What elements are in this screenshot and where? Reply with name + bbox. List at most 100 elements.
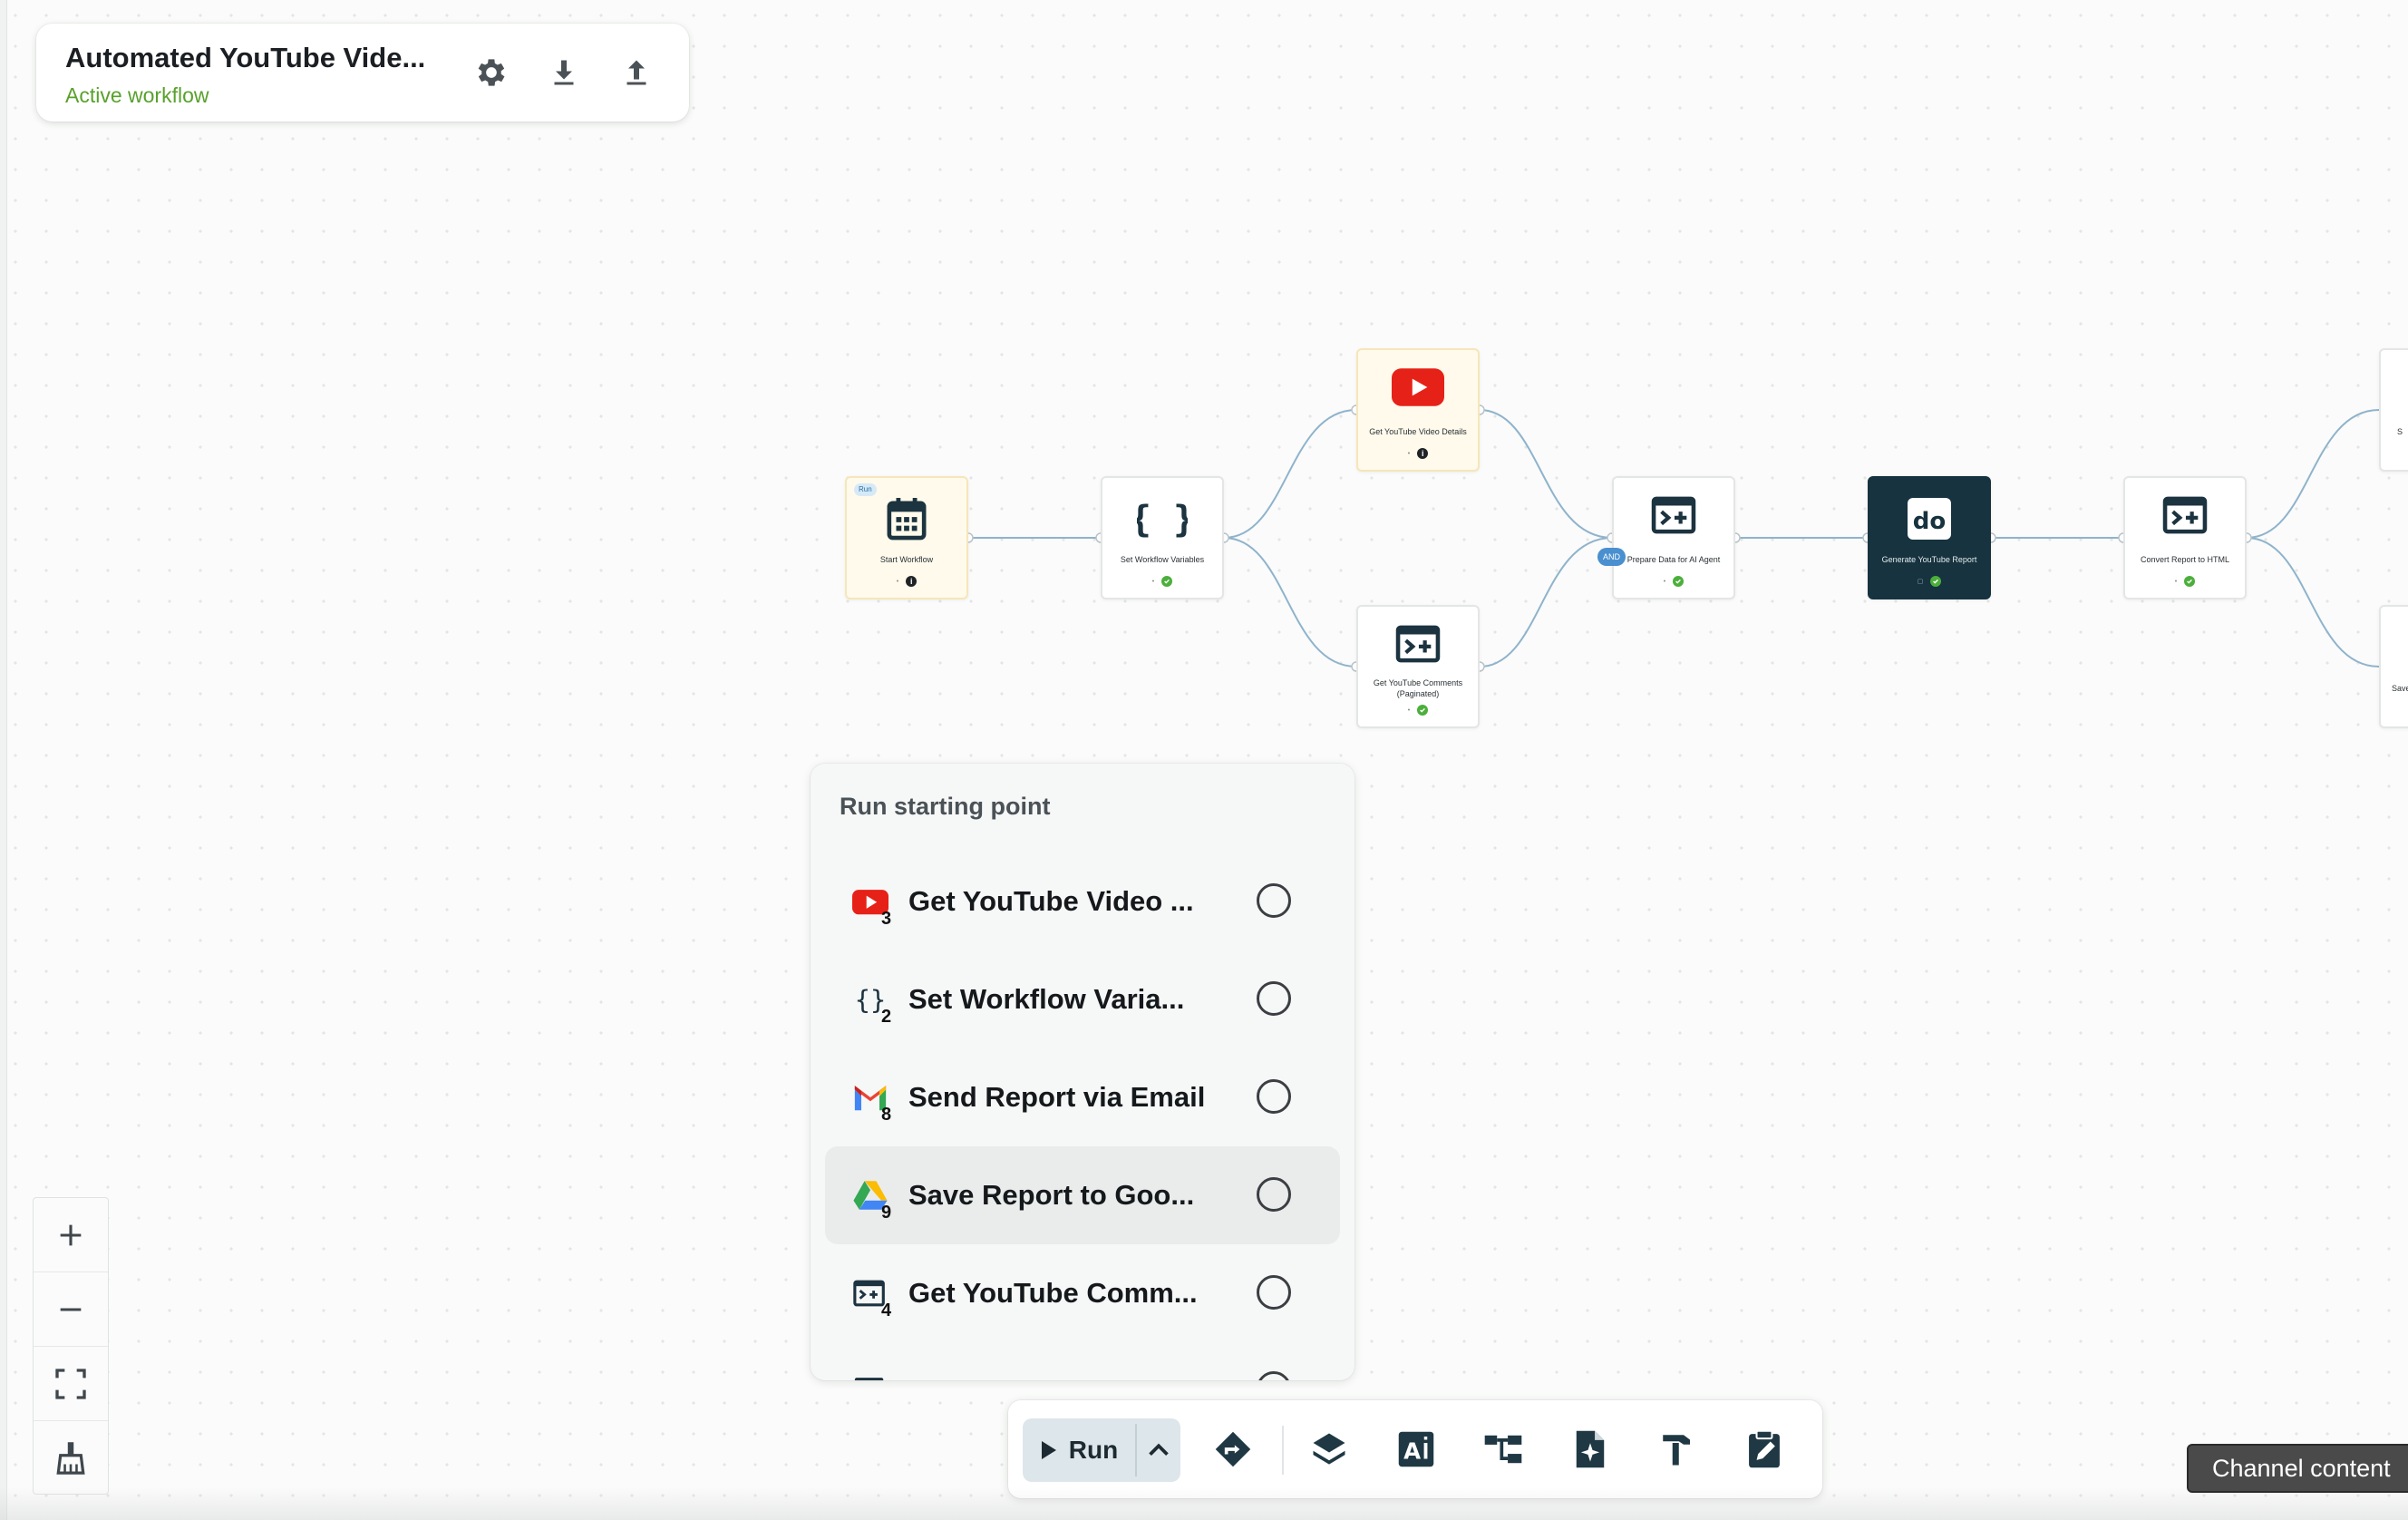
tree-icon [1484, 1435, 1522, 1464]
node-generate-youtube-report[interactable]: do Generate YouTube Report ▢ [1868, 476, 1991, 599]
bottom-shade [0, 1487, 2408, 1520]
start-option-set-workflow-variables[interactable]: {} 2 Set Workflow Varia... [825, 950, 1340, 1048]
option-label: Send Report via Email [908, 1081, 1206, 1113]
edge-setvars-video [1223, 409, 1357, 539]
workflow-title[interactable]: Automated YouTube Vide... [65, 40, 425, 76]
node-label: Get YouTube Comments (Paginated) [1373, 678, 1463, 698]
layers-button[interactable] [1304, 1424, 1354, 1475]
calendar-icon [847, 496, 966, 543]
start-option-get-youtube-comments[interactable]: 4 Get YouTube Comm... [825, 1244, 1340, 1342]
edge-setvars-comments [1223, 537, 1357, 667]
panel-title: Run starting point [840, 793, 1051, 820]
option-label: Save Report to Goo... [908, 1179, 1195, 1211]
run-label: Run [1068, 1436, 1119, 1464]
option-label: Get YouTube Video ... [908, 885, 1194, 917]
plus-icon [60, 1224, 82, 1245]
fit-view-button[interactable] [34, 1347, 108, 1421]
run-group: Run [1023, 1418, 1180, 1482]
braces-icon: { } [1102, 496, 1222, 543]
and-tag: AND [1597, 548, 1626, 566]
workflow-status: Active workflow [65, 83, 209, 107]
option-radio[interactable] [1257, 1079, 1291, 1114]
check-icon [1930, 576, 1942, 587]
check-icon [1673, 576, 1685, 587]
run-options-button[interactable] [1137, 1418, 1180, 1482]
option-number: 4 [881, 1301, 892, 1320]
ai-text-icon: A [1398, 1431, 1434, 1467]
start-option-save-report-drive[interactable]: 9 Save Report to Goo... [825, 1146, 1340, 1244]
redirect-button[interactable] [1208, 1424, 1258, 1475]
option-label: Get YouTube Comm... [908, 1277, 1198, 1309]
code-box-icon [1358, 625, 1478, 672]
channel-content-tooltip: Channel content [2187, 1444, 2408, 1493]
node-get-youtube-comments[interactable]: Get YouTube Comments (Paginated) • [1356, 605, 1480, 728]
node-label: Start Workflow [879, 555, 934, 564]
node-label: Save [2392, 684, 2408, 693]
clipboard-edit-button[interactable] [1739, 1424, 1790, 1475]
broom-icon [56, 1442, 85, 1475]
fit-view-icon [55, 1368, 86, 1399]
upload-icon[interactable] [615, 51, 658, 94]
file-spark-button[interactable] [1565, 1424, 1616, 1475]
do-logo-icon: do [1869, 496, 1989, 543]
option-radio[interactable] [1257, 1177, 1291, 1212]
node-start-workflow[interactable]: Run Start Workflow • i [845, 476, 968, 599]
gear-icon[interactable] [470, 51, 513, 94]
node-label: Prepare Data for AI Agent [1626, 555, 1721, 564]
bottom-toolbar: Run A [1008, 1400, 1822, 1498]
code-box-icon [2125, 496, 2245, 543]
zoom-in-button[interactable] [34, 1198, 108, 1272]
redirect-icon [1215, 1431, 1251, 1467]
youtube-icon [1358, 368, 1478, 415]
option-label: Set Workflow Varia... [908, 983, 1185, 1015]
node-partial-bottom[interactable]: Save [2379, 605, 2408, 728]
node-get-youtube-video-details[interactable]: Get YouTube Video Details • i [1356, 348, 1480, 472]
hammer-button[interactable] [1652, 1424, 1703, 1475]
file-spark-icon [1576, 1430, 1605, 1468]
option-number: 9 [881, 1203, 892, 1223]
hammer-icon [1663, 1435, 1690, 1466]
option-number: 8 [881, 1105, 892, 1125]
node-prepare-data[interactable]: Prepare Data for AI Agent • [1612, 476, 1735, 599]
option-radio[interactable] [1257, 981, 1291, 1016]
option-radio[interactable] [1257, 1371, 1291, 1380]
edge-comments-prepare [1479, 537, 1613, 667]
run-starting-point-panel: Run starting point 3 Get YouTube Video .… [811, 764, 1354, 1380]
start-option-get-youtube-video[interactable]: 3 Get YouTube Video ... [825, 853, 1340, 950]
node-set-workflow-variables[interactable]: { } Set Workflow Variables • [1101, 476, 1224, 599]
zoom-controls [33, 1197, 109, 1495]
option-radio[interactable] [1257, 883, 1291, 918]
start-option-send-report-email[interactable]: 8 Send Report via Email [825, 1048, 1340, 1146]
node-label: Convert Report to HTML [2140, 555, 2230, 564]
node-convert-report-html[interactable]: Convert Report to HTML • [2123, 476, 2247, 599]
option-radio[interactable] [1257, 1275, 1291, 1310]
option-number: 2 [881, 1007, 892, 1027]
tree-button[interactable] [1478, 1424, 1529, 1475]
cleanup-button[interactable] [34, 1421, 108, 1496]
play-icon [1041, 1441, 1056, 1459]
option-number: 3 [881, 909, 892, 929]
node-partial-top[interactable]: S [2379, 348, 2408, 472]
ai-text-button[interactable]: A [1391, 1424, 1442, 1475]
code-box-icon [852, 1371, 888, 1380]
minus-icon [60, 1307, 82, 1311]
info-icon: i [1417, 448, 1429, 459]
code-box-icon [1614, 496, 1733, 543]
toolbar-divider [1282, 1426, 1284, 1475]
node-label: S [2397, 427, 2403, 436]
edge-convert-bottom [2246, 537, 2380, 667]
clipboard-edit-icon [1749, 1429, 1780, 1468]
info-icon: i [906, 576, 918, 587]
node-label: Get YouTube Video Details [1369, 427, 1467, 436]
edge-convert-top [2246, 409, 2380, 539]
svg-text:do: do [1913, 508, 1946, 535]
run-tag: Run [854, 483, 877, 496]
chevron-up-icon [1149, 1443, 1169, 1457]
layers-icon [1313, 1433, 1345, 1465]
start-option-partial[interactable] [825, 1342, 1340, 1380]
zoom-out-button[interactable] [34, 1272, 108, 1347]
download-icon[interactable] [542, 51, 586, 94]
run-button[interactable]: Run [1023, 1418, 1135, 1482]
check-icon [1417, 705, 1429, 716]
check-icon [1161, 576, 1173, 587]
